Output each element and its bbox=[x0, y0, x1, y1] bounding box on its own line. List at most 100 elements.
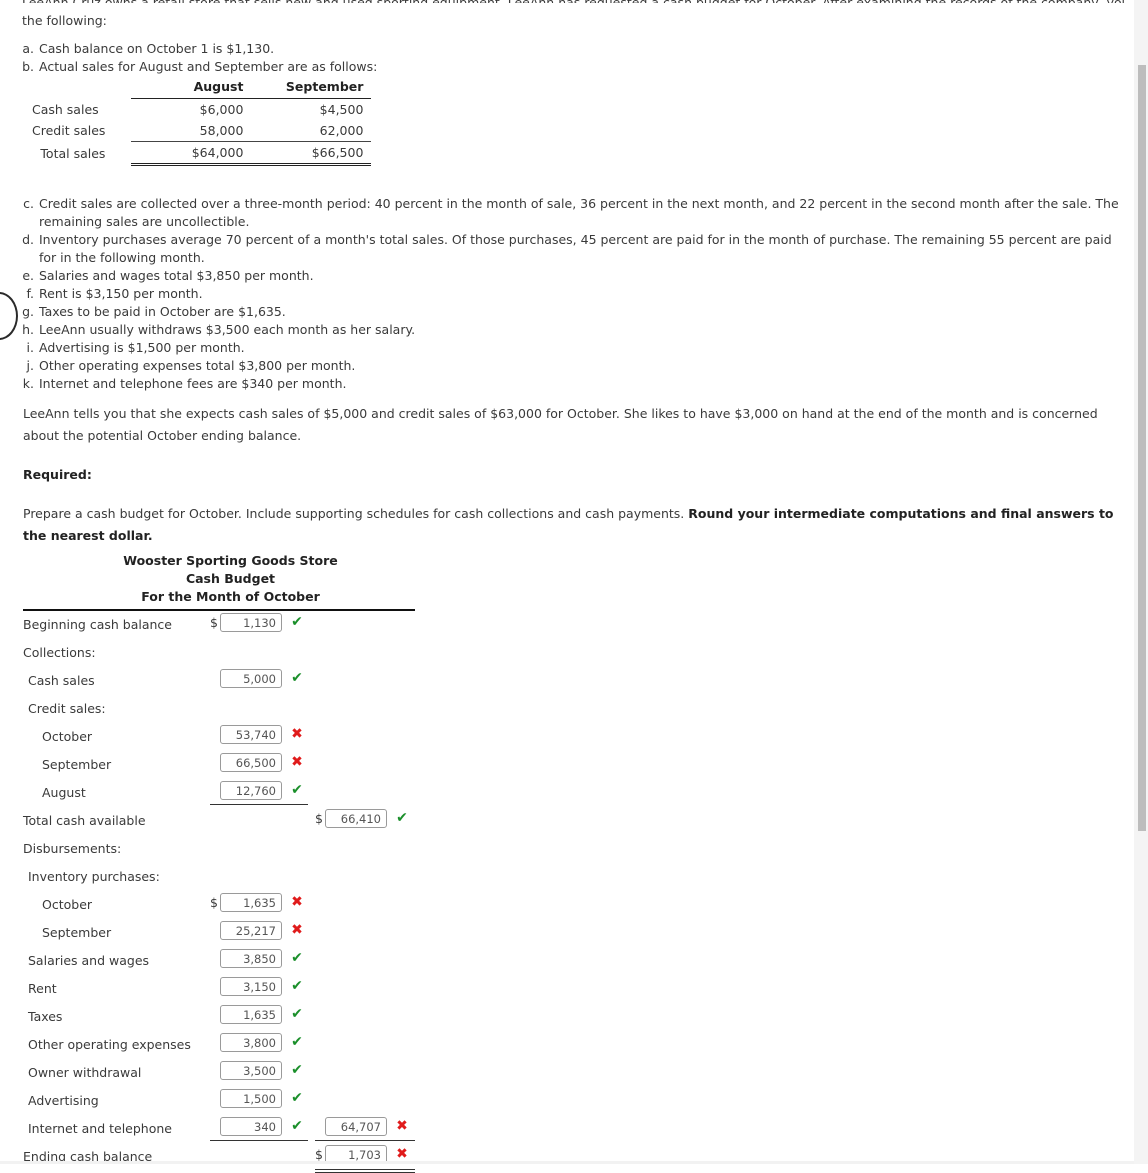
sales-cell-september: $66,500 bbox=[251, 141, 372, 166]
sales-cell-august: $6,000 bbox=[131, 98, 252, 120]
page-scrollbar-thumb[interactable] bbox=[1138, 65, 1146, 831]
budget-row-salaries-and-wages-12: Salaries and wages $✔ bbox=[0, 947, 470, 975]
list-marker: g. bbox=[22, 304, 34, 319]
list-item-text: Inventory purchases average 70 percent o… bbox=[39, 232, 1112, 265]
answer-input-internet-and-telephone-18-total[interactable] bbox=[325, 1117, 387, 1136]
answer-input-september-11[interactable] bbox=[220, 921, 282, 940]
budget-title-statement: Cash Budget bbox=[185, 571, 276, 586]
list-item: j. Other operating expenses total $3,800… bbox=[22, 357, 1132, 375]
answer-input-advertising-17[interactable] bbox=[220, 1089, 282, 1108]
budget-title-period: For the Month of October bbox=[141, 589, 320, 604]
answer-input-taxes-14[interactable] bbox=[220, 1005, 282, 1024]
sales-cell-august: 58,000 bbox=[199, 123, 244, 138]
answer-input-total-cash-available-7[interactable] bbox=[325, 809, 387, 828]
currency-symbol: $ bbox=[315, 1147, 323, 1162]
budget-row-other-operating-expenses-15: Other operating expenses $✔ bbox=[0, 1031, 470, 1059]
sales-row-label: Cash sales bbox=[32, 101, 99, 117]
list-marker: d. bbox=[22, 232, 34, 247]
sales-col-blank bbox=[28, 76, 131, 99]
actual-sales-table: August September Cash sales $6,000 $4,50… bbox=[28, 76, 372, 166]
intro-clipped-line: LeeAnn Cruz owns a retail store that sel… bbox=[22, 0, 1127, 3]
sales-col-august: August bbox=[193, 79, 244, 94]
budget-rows-container: Beginning cash balance$✔Collections:Cash… bbox=[0, 611, 470, 1173]
answer-input-october-10[interactable] bbox=[220, 893, 282, 912]
list-item-text: Credit sales are collected over a three-… bbox=[39, 196, 1119, 229]
budget-row-collections-1: Collections: bbox=[0, 639, 470, 667]
budget-row-label: Advertising bbox=[28, 1093, 99, 1108]
budget-cell-september-5: $✖ bbox=[210, 753, 305, 772]
answer-input-owner-withdrawal-16[interactable] bbox=[220, 1061, 282, 1080]
budget-row-label: Credit sales: bbox=[28, 701, 106, 716]
grand-total-double-rule bbox=[315, 1169, 415, 1173]
currency-symbol: $ bbox=[210, 615, 218, 630]
assumptions-list-top: a. Cash balance on October 1 is $1,130. … bbox=[22, 40, 1132, 76]
correct-check-icon: ✔ bbox=[291, 614, 303, 630]
correct-check-icon: ✔ bbox=[291, 1034, 303, 1050]
budget-row-label: Beginning cash balance bbox=[23, 617, 172, 632]
answer-input-august-6[interactable] bbox=[220, 781, 282, 800]
list-item: a. Cash balance on October 1 is $1,130. bbox=[22, 40, 1132, 58]
list-item-text: Rent is $3,150 per month. bbox=[39, 286, 203, 301]
list-item: f. Rent is $3,150 per month. bbox=[22, 285, 1132, 303]
assumptions-list-bottom: c. Credit sales are collected over a thr… bbox=[22, 195, 1132, 393]
answer-input-rent-13[interactable] bbox=[220, 977, 282, 996]
correct-check-icon: ✔ bbox=[291, 1062, 303, 1078]
sales-row-label: Total sales bbox=[40, 145, 106, 161]
list-item-text: Internet and telephone fees are $340 per… bbox=[39, 376, 347, 391]
list-marker: j. bbox=[26, 358, 34, 373]
budget-row-internet-and-telephone-18: Internet and telephone $✔ $✖ bbox=[0, 1115, 470, 1143]
incorrect-cross-icon: ✖ bbox=[291, 894, 303, 910]
budget-row-label: Internet and telephone bbox=[28, 1121, 172, 1136]
answer-input-internet-and-telephone-18[interactable] bbox=[220, 1117, 282, 1136]
correct-check-icon: ✔ bbox=[291, 978, 303, 994]
budget-row-rent-13: Rent $✔ bbox=[0, 975, 470, 1003]
page-scrollbar-track[interactable] bbox=[1134, 0, 1148, 1164]
sales-cell-september: 62,000 bbox=[319, 123, 364, 138]
sales-row-label: Credit sales bbox=[32, 123, 106, 139]
list-item-text: Other operating expenses total $3,800 pe… bbox=[39, 358, 356, 373]
answer-input-other-operating-expenses-15[interactable] bbox=[220, 1033, 282, 1052]
correct-check-icon: ✔ bbox=[396, 810, 408, 826]
budget-row-label: October bbox=[42, 729, 93, 744]
list-marker: e. bbox=[22, 268, 34, 283]
answer-input-salaries-and-wages-12[interactable] bbox=[220, 949, 282, 968]
currency-symbol: $ bbox=[210, 895, 218, 910]
list-item: b. Actual sales for August and September… bbox=[22, 58, 1132, 76]
correct-check-icon: ✔ bbox=[291, 1006, 303, 1022]
budget-row-label: Collections: bbox=[23, 645, 96, 660]
budget-cell-total-cash-available-7: $✔ bbox=[315, 809, 410, 828]
budget-row-credit-sales-3: Credit sales: bbox=[0, 695, 470, 723]
budget-row-label: September bbox=[42, 757, 112, 772]
cash-budget-form: Wooster Sporting Goods Store Cash Budget… bbox=[0, 552, 470, 1173]
incorrect-cross-icon: ✖ bbox=[291, 754, 303, 770]
subtotal-rule-collections bbox=[210, 804, 308, 805]
budget-row-label: September bbox=[42, 925, 112, 940]
incorrect-cross-icon: ✖ bbox=[291, 922, 303, 938]
budget-row-label: Owner withdrawal bbox=[28, 1065, 142, 1080]
correct-check-icon: ✔ bbox=[291, 670, 303, 686]
required-instructions: Prepare a cash budget for October. Inclu… bbox=[23, 503, 1128, 547]
currency-symbol: $ bbox=[315, 811, 323, 826]
list-item-text: Taxes to be paid in October are $1,635. bbox=[39, 304, 286, 319]
list-marker: k. bbox=[22, 376, 34, 391]
budget-row-october-4: October $✖ bbox=[0, 723, 470, 751]
intro-continuation: the following: bbox=[22, 13, 107, 28]
list-item: c. Credit sales are collected over a thr… bbox=[22, 195, 1132, 231]
budget-row-disbursements-8: Disbursements: bbox=[0, 835, 470, 863]
answer-input-october-4[interactable] bbox=[220, 725, 282, 744]
budget-row-beginning-cash-balance-0: Beginning cash balance $ ✔ bbox=[0, 611, 470, 639]
budget-row-label: August bbox=[42, 785, 86, 800]
budget-row-label: Cash sales bbox=[28, 673, 95, 688]
answer-input-cash-sales-2[interactable] bbox=[220, 669, 282, 688]
budget-row-september-11: September $✖ bbox=[0, 919, 470, 947]
answer-input-september-5[interactable] bbox=[220, 753, 282, 772]
budget-row-label: Rent bbox=[28, 981, 57, 996]
correct-check-icon: ✔ bbox=[291, 950, 303, 966]
budget-cell-internet-and-telephone-18: $✔ bbox=[210, 1117, 305, 1136]
answer-input-beginning-cash-balance-0[interactable] bbox=[220, 613, 282, 632]
table-header-row: August September bbox=[28, 76, 371, 99]
budget-row-taxes-14: Taxes $✔ bbox=[0, 1003, 470, 1031]
list-item: k. Internet and telephone fees are $340 … bbox=[22, 375, 1132, 393]
incorrect-cross-icon: ✖ bbox=[396, 1118, 408, 1134]
budget-cell-advertising-17: $✔ bbox=[210, 1089, 305, 1108]
